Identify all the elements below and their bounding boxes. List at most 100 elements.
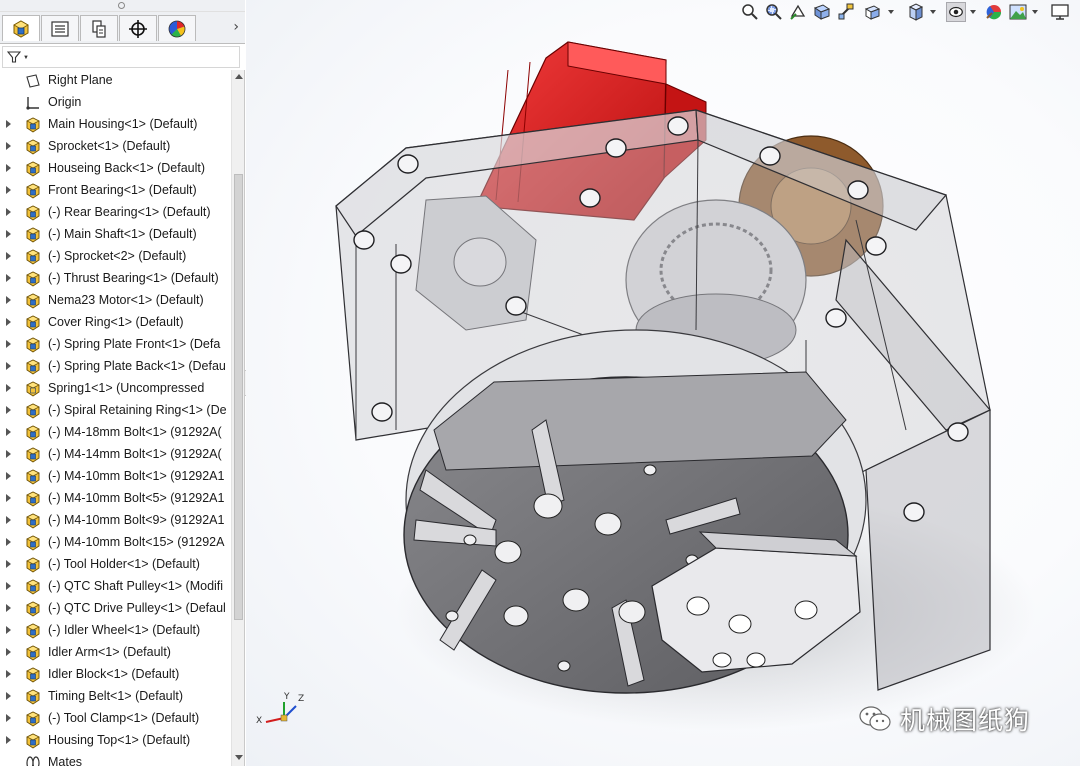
- expand-arrow-icon[interactable]: [6, 516, 11, 524]
- view-orientation-icon[interactable]: [862, 2, 882, 22]
- filter-dropdown-caret-icon[interactable]: ▼: [23, 55, 29, 61]
- expand-arrow-icon[interactable]: [6, 208, 11, 216]
- expand-arrow-icon[interactable]: [6, 604, 11, 612]
- part-icon: [26, 271, 40, 287]
- tree-item[interactable]: Idler Block<1> (Default): [0, 664, 232, 686]
- tree-item[interactable]: (-) M4-10mm Bolt<9> (91292A1: [0, 510, 232, 532]
- tree-item[interactable]: (-) M4-14mm Bolt<1> (91292A(: [0, 444, 232, 466]
- expand-arrow-icon[interactable]: [6, 538, 11, 546]
- tree-item[interactable]: Main Housing<1> (Default): [0, 114, 232, 136]
- tree-item-label: (-) M4-10mm Bolt<9> (91292A1: [48, 513, 225, 527]
- scroll-up-arrow-icon[interactable]: [235, 74, 243, 79]
- tree-item[interactable]: (-) M4-10mm Bolt<5> (91292A1: [0, 488, 232, 510]
- apply-scene-icon[interactable]: [1008, 2, 1028, 22]
- dim-xpert-tab[interactable]: [119, 15, 157, 41]
- assembly-icon: [13, 19, 29, 38]
- apply-scene-caret-icon[interactable]: [1032, 10, 1038, 14]
- tree-item[interactable]: (-) Spiral Retaining Ring<1> (De: [0, 400, 232, 422]
- expand-arrow-icon[interactable]: [6, 692, 11, 700]
- tree-item[interactable]: Cover Ring<1> (Default): [0, 312, 232, 334]
- expand-arrow-icon[interactable]: [6, 164, 11, 172]
- graphics-viewport[interactable]: X Y Z 机械图纸狗: [246, 0, 1080, 766]
- expand-arrow-icon[interactable]: [6, 670, 11, 678]
- expand-arrow-icon[interactable]: [6, 428, 11, 436]
- triad-y-label: Y: [284, 692, 290, 702]
- display-style-caret-icon[interactable]: [930, 10, 936, 14]
- scroll-thumb[interactable]: [234, 174, 243, 620]
- section-view-icon[interactable]: [812, 2, 832, 22]
- expand-arrow-icon[interactable]: [6, 472, 11, 480]
- tree-item[interactable]: Housing Top<1> (Default): [0, 730, 232, 752]
- tree-item-label: (-) M4-10mm Bolt<5> (91292A1: [48, 491, 225, 505]
- view-orientation-caret-icon[interactable]: [888, 10, 894, 14]
- display-style-icon[interactable]: [906, 2, 926, 22]
- previous-view-icon[interactable]: [788, 2, 808, 22]
- view-settings-icon[interactable]: [1050, 2, 1070, 22]
- expand-arrow-icon[interactable]: [6, 582, 11, 590]
- tree-item[interactable]: Origin: [0, 92, 232, 114]
- expand-arrow-icon[interactable]: [6, 450, 11, 458]
- expand-arrow-icon[interactable]: [6, 230, 11, 238]
- tree-item[interactable]: (-) Rear Bearing<1> (Default): [0, 202, 232, 224]
- expand-arrow-icon[interactable]: [6, 120, 11, 128]
- tree-item[interactable]: Mates: [0, 752, 232, 766]
- expand-arrow-icon[interactable]: [6, 648, 11, 656]
- zoom-to-area-icon[interactable]: [764, 2, 784, 22]
- expand-arrow-icon[interactable]: [6, 714, 11, 722]
- tree-item[interactable]: Timing Belt<1> (Default): [0, 686, 232, 708]
- expand-arrow-icon[interactable]: [6, 142, 11, 150]
- expand-arrow-icon[interactable]: [6, 186, 11, 194]
- expand-arrow-icon[interactable]: [6, 384, 11, 392]
- expand-arrow-icon[interactable]: [6, 274, 11, 282]
- part-icon: [26, 249, 40, 265]
- tree-item[interactable]: (-) QTC Drive Pulley<1> (Defaul: [0, 598, 232, 620]
- property-manager-tab[interactable]: [41, 15, 79, 41]
- tree-item[interactable]: (-) Tool Clamp<1> (Default): [0, 708, 232, 730]
- tree-item[interactable]: (-) Tool Holder<1> (Default): [0, 554, 232, 576]
- expand-arrow-icon[interactable]: [6, 252, 11, 260]
- tree-item[interactable]: (-) M4-10mm Bolt<15> (91292A: [0, 532, 232, 554]
- watermark: 机械图纸狗: [858, 702, 1030, 736]
- tree-item[interactable]: Right Plane: [0, 70, 232, 92]
- expand-arrow-icon[interactable]: [6, 340, 11, 348]
- display-manager-tab[interactable]: [158, 15, 196, 41]
- tree-item[interactable]: (-) M4-10mm Bolt<1> (91292A1: [0, 466, 232, 488]
- tree-item[interactable]: (-) QTC Shaft Pulley<1> (Modifi: [0, 576, 232, 598]
- tree-item[interactable]: Front Bearing<1> (Default): [0, 180, 232, 202]
- hide-show-items-icon[interactable]: [946, 2, 966, 22]
- tree-item[interactable]: Spring1<1> (Uncompressed: [0, 378, 232, 400]
- tree-item[interactable]: (-) Idler Wheel<1> (Default): [0, 620, 232, 642]
- zoom-to-fit-icon[interactable]: [740, 2, 760, 22]
- expand-arrow-icon[interactable]: [6, 362, 11, 370]
- tree-item[interactable]: Houseing Back<1> (Default): [0, 158, 232, 180]
- hide-show-caret-icon[interactable]: [970, 10, 976, 14]
- expand-arrow-icon[interactable]: [6, 318, 11, 326]
- expand-arrow-icon[interactable]: [6, 626, 11, 634]
- dynamic-annotation-icon[interactable]: [836, 2, 856, 22]
- tree-item[interactable]: (-) M4-18mm Bolt<1> (91292A(: [0, 422, 232, 444]
- panel-collapse-grip[interactable]: [0, 0, 245, 12]
- assembly-model[interactable]: [246, 0, 1080, 766]
- expand-arrow-icon[interactable]: [6, 736, 11, 744]
- edit-appearance-icon[interactable]: [984, 2, 1004, 22]
- tree-item[interactable]: Idler Arm<1> (Default): [0, 642, 232, 664]
- expand-arrow-icon[interactable]: [6, 494, 11, 502]
- tree-item[interactable]: (-) Sprocket<2> (Default): [0, 246, 232, 268]
- tree-item[interactable]: (-) Spring Plate Back<1> (Defau: [0, 356, 232, 378]
- tree-item[interactable]: (-) Main Shaft<1> (Default): [0, 224, 232, 246]
- expand-arrow-icon[interactable]: [6, 406, 11, 414]
- filter-icon[interactable]: [7, 50, 21, 64]
- plane-icon: [26, 74, 40, 88]
- expand-arrow-icon[interactable]: [6, 296, 11, 304]
- tree-item[interactable]: Nema23 Motor<1> (Default): [0, 290, 232, 312]
- tree-item[interactable]: (-) Spring Plate Front<1> (Defa: [0, 334, 232, 356]
- scroll-down-arrow-icon[interactable]: [235, 755, 243, 760]
- tree-item[interactable]: Sprocket<1> (Default): [0, 136, 232, 158]
- tree-filter-input[interactable]: ▼: [2, 46, 240, 68]
- configuration-manager-tab[interactable]: [80, 15, 118, 41]
- tree-item[interactable]: (-) Thrust Bearing<1> (Default): [0, 268, 232, 290]
- more-tabs-chevron-icon[interactable]: ›: [233, 19, 239, 35]
- expand-arrow-icon[interactable]: [6, 560, 11, 568]
- tree-scrollbar[interactable]: [231, 70, 244, 766]
- feature-manager-tab[interactable]: [2, 15, 40, 41]
